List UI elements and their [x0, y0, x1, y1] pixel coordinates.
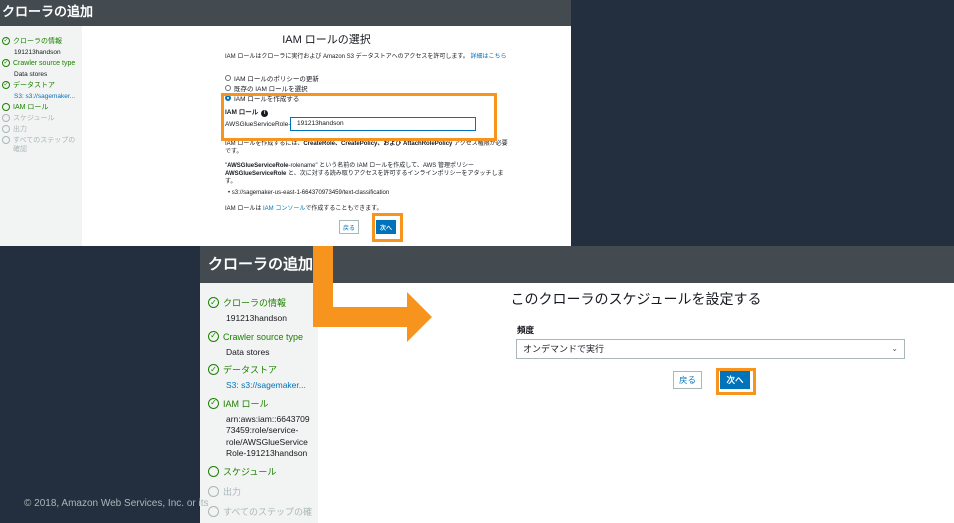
role-arn-line: arn:aws:iam::6643709 [226, 413, 310, 424]
main-content: このクローラのスケジュールを設定する 頻度 オンデマンドで実行 ⌄ 戻る 次へ [318, 283, 954, 523]
back-button[interactable]: 戻る [339, 220, 359, 234]
radio-icon [225, 85, 231, 91]
intro-text: IAM ロールはクローラに実行および Amazon S3 データストアへのアクセ… [225, 53, 507, 61]
section-heading: IAM ロールの選択 [282, 34, 371, 46]
step-summary: Data stores [14, 71, 48, 78]
radio-choose-existing[interactable]: 既存の IAM ロールを選択 [225, 83, 308, 93]
s3-path-item: • s3://sagemaker-us-east-1-664370973459/… [228, 190, 390, 196]
circle-icon [2, 103, 10, 111]
circle-icon [2, 114, 10, 122]
step-label: データストア [13, 82, 55, 89]
note-text: IAM ロールを作成するには、 [225, 141, 304, 147]
step-label: スケジュール [223, 466, 277, 477]
highlight-next-button [716, 368, 756, 395]
permission-note-line: IAM ロールを作成するには、CreateRole、CreatePolicy、お… [225, 140, 510, 156]
step-source-type[interactable]: ✓ Crawler source type [208, 330, 318, 343]
circle-icon [2, 125, 10, 133]
step-iam-role[interactable]: IAM ロール [2, 103, 82, 112]
step-review: すべてのステップの確 [208, 505, 318, 518]
step-schedule: スケジュール [2, 114, 82, 123]
step-crawler-info[interactable]: ✓ クローラの情報 [2, 37, 82, 46]
copyright-footer: © 2018, Amazon Web Services, Inc. or its [24, 498, 209, 509]
circle-icon [208, 505, 219, 517]
chevron-down-icon: ⌄ [891, 344, 898, 353]
step-label: スケジュール [13, 115, 55, 122]
step-summary: S3: s3://sagemaker... [14, 93, 76, 100]
iam-role-screenshot: クローラの追加 ✓ クローラの情報 191213handson ✓ Crawle… [0, 0, 571, 246]
step-summary: arn:aws:iam::6643709 73459:role/service-… [208, 414, 318, 460]
wizard-steps: ✓ クローラの情報 191213handson ✓ Crawler source… [0, 26, 82, 246]
learn-more-link[interactable]: 詳細はこちら [470, 54, 506, 60]
step-output: 出力 [208, 485, 318, 498]
check-circle-icon: ✓ [208, 297, 219, 308]
step-review: すべてのステップの確認 [2, 136, 82, 154]
step-label: すべてのステップの確 [223, 506, 313, 517]
step-label: クローラの情報 [13, 38, 62, 45]
note-text: -rolename" という名前の IAM ロールを作成して、AWS 管理ポリシ… [288, 163, 474, 169]
step-data-store[interactable]: ✓ データストア [2, 81, 82, 90]
check-circle-icon: ✓ [2, 81, 10, 89]
console-note: IAM ロールは IAM コンソールで作成することもできます。 [225, 203, 383, 212]
note-role: AWSGlueServiceRole [227, 163, 289, 169]
role-arn-line: Role-191213handson [226, 448, 308, 458]
frequency-select[interactable]: オンデマンドで実行 ⌄ [516, 339, 905, 359]
step-summary: S3: s3://sagemaker... [226, 380, 306, 390]
role-arn-line: 73459:role/service- [226, 425, 299, 435]
frequency-label: 頻度 [517, 325, 535, 335]
step-label: 出力 [13, 126, 27, 133]
check-circle-icon: ✓ [208, 330, 219, 342]
step-label: IAM ロール [223, 398, 269, 409]
step-data-store[interactable]: ✓ データストア [208, 364, 318, 376]
step-label: Crawler source type [223, 331, 304, 342]
note-text: IAM ロールは [225, 206, 264, 212]
check-circle-icon: ✓ [208, 397, 219, 409]
schedule-screenshot: クローラの追加 ✓ クローラの情報 191213handson ✓ Crawle… [200, 246, 954, 523]
step-summary: 191213handson [226, 313, 287, 323]
circle-icon [208, 465, 219, 477]
highlight-role-box [221, 93, 497, 141]
check-circle-icon: ✓ [2, 59, 10, 67]
step-crawler-info[interactable]: ✓ クローラの情報 [208, 297, 318, 309]
role-arn-line: role/AWSGlueService [226, 436, 308, 447]
radio-label: IAM ロールのポリシーの更新 [234, 76, 319, 83]
check-circle-icon: ✓ [208, 364, 219, 375]
step-source-type[interactable]: ✓ Crawler source type [2, 59, 82, 68]
step-label: IAM ロール [13, 104, 49, 111]
back-button[interactable]: 戻る [673, 371, 702, 389]
circle-icon [208, 485, 219, 497]
intro-body: IAM ロールはクローラに実行および Amazon S3 データストアへのアクセ… [225, 54, 469, 60]
note-text: で作成することもできます。 [305, 206, 383, 212]
iam-console-link[interactable]: IAM コンソール [263, 206, 305, 212]
page-title: クローラの追加 [200, 246, 954, 283]
radio-update-policy[interactable]: IAM ロールのポリシーの更新 [225, 73, 319, 83]
step-label: 出力 [223, 486, 242, 497]
page-title: クローラの追加 [0, 0, 571, 26]
step-label: クローラの情報 [223, 298, 287, 308]
step-summary: 191213handson [14, 49, 61, 56]
step-label: データストア [223, 365, 278, 375]
step-schedule[interactable]: スケジュール [208, 465, 318, 478]
note-policy: AWSGlueServiceRole [225, 171, 287, 177]
note-permissions: CreateRole、CreatePolicy、および AttachRolePo… [303, 141, 453, 147]
step-output: 出力 [2, 125, 82, 134]
permission-note: IAM ロールを作成するには、CreateRole、CreatePolicy、お… [225, 140, 510, 186]
radio-icon [225, 75, 231, 81]
step-summary: Data stores [226, 346, 270, 357]
frequency-value: オンデマンドで実行 [523, 344, 605, 354]
radio-label: 既存の IAM ロールを選択 [234, 86, 308, 93]
step-label: Crawler source type [13, 60, 76, 67]
section-heading: このクローラのスケジュールを設定する [510, 291, 762, 307]
wizard-steps: ✓ クローラの情報 191213handson ✓ Crawler source… [200, 283, 318, 523]
check-circle-icon: ✓ [2, 37, 10, 45]
highlight-next-button [372, 213, 403, 242]
circle-icon [2, 136, 10, 144]
s3-path: s3://sagemaker-us-east-1-664370973459/te… [231, 190, 390, 196]
policy-note-line: "AWSGlueServiceRole-rolename" という名前の IAM… [225, 162, 510, 186]
step-label: すべてのステップの確認 [13, 137, 76, 153]
step-iam-role[interactable]: ✓ IAM ロール [208, 397, 318, 410]
